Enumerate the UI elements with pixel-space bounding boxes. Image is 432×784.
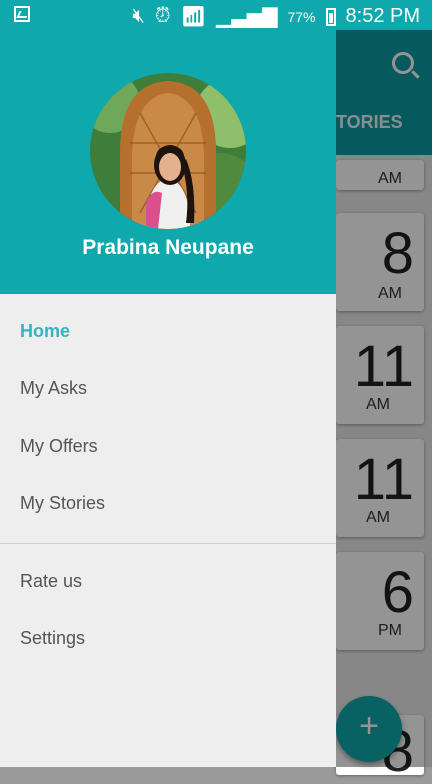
battery-percent: 77%: [287, 8, 316, 25]
menu-item-settings[interactable]: Settings: [20, 628, 85, 649]
profile-photo: [90, 73, 246, 229]
menu-item-my-stories[interactable]: My Stories: [20, 493, 105, 514]
menu-item-home[interactable]: Home: [20, 321, 70, 342]
gallery-icon: [14, 6, 30, 22]
avatar[interactable]: [90, 73, 246, 229]
menu-item-rate-us[interactable]: Rate us: [20, 571, 82, 592]
clock: 8:52 PM: [345, 5, 420, 27]
signal-icon: ▁▃▅▇: [215, 6, 278, 28]
drawer-header: Prabina Neupane: [0, 30, 336, 294]
menu-item-my-asks[interactable]: My Asks: [20, 378, 87, 399]
status-bar: 🔇︎ ⏰︎ 📶︎ ▁▃▅▇ 77% 8:52 PM: [0, 0, 432, 30]
alarm-icon: ⏰︎: [154, 5, 171, 27]
menu-divider: [0, 543, 336, 544]
wifi-icon: 📶︎: [180, 6, 206, 28]
navigation-drawer: Prabina Neupane Home My Asks My Offers M…: [0, 30, 336, 767]
status-icons: 🔇︎ ⏰︎ 📶︎ ▁▃▅▇ 77% 8:52 PM: [132, 4, 420, 29]
mute-icon: 🔇︎: [132, 5, 145, 27]
battery-icon: [325, 7, 336, 26]
user-name: Prabina Neupane: [82, 236, 254, 259]
menu-item-my-offers[interactable]: My Offers: [20, 436, 98, 457]
